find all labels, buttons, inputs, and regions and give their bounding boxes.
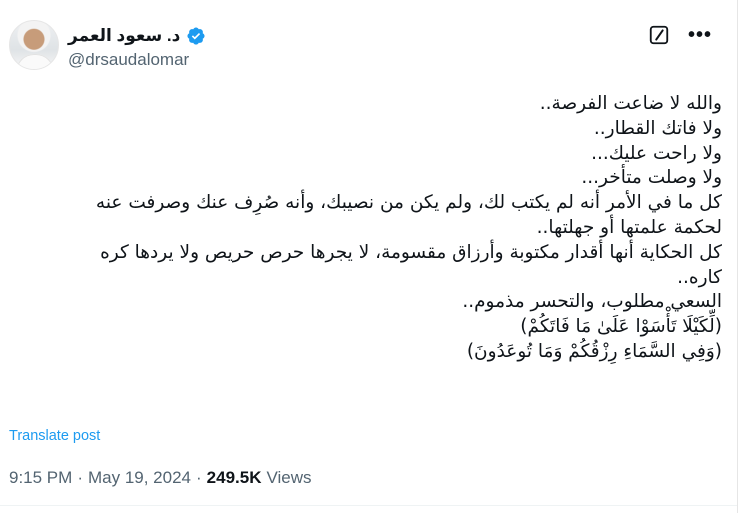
views-label: Views xyxy=(266,468,312,487)
avatar-figure xyxy=(16,54,54,69)
separator-dot: · xyxy=(196,468,202,487)
tweet-line: السعي مطلوب، والتحسر مذموم.. xyxy=(462,291,722,313)
more-icon[interactable]: ••• xyxy=(688,25,712,45)
author-name[interactable]: د. سعود العمر xyxy=(68,26,180,46)
tweet-card: د. سعود العمر @drsaudalomar ••• والله لا… xyxy=(0,0,738,513)
tweet-line: ولا فاتك القطار.. xyxy=(593,117,722,139)
author-name-row: د. سعود العمر xyxy=(68,24,206,48)
tweet-line: (لِّكَيْلَا تَأْسَوْا عَلَىٰ مَا فَاتَكُ… xyxy=(520,316,722,338)
header-actions: ••• xyxy=(648,24,712,46)
tweet-line: (وَفِي السَّمَاءِ رِزْقُكُمْ وَمَا تُوعَ… xyxy=(466,340,722,362)
post-time[interactable]: 9:15 PM xyxy=(9,468,72,488)
post-metadata: 9:15 PM · May 19, 2024 · 249.5K Views xyxy=(9,468,312,488)
tweet-line: كل ما في الأمر أنه لم يكتب لك، ولم يكن م… xyxy=(95,192,722,214)
grok-icon[interactable] xyxy=(648,24,670,46)
tweet-line: كاره.. xyxy=(677,266,722,288)
views-count[interactable]: 249.5K xyxy=(207,468,262,488)
translate-post-link[interactable]: Translate post xyxy=(9,428,100,444)
tweet-line: ولا راحت عليك... xyxy=(591,142,722,164)
verified-badge-icon[interactable] xyxy=(186,26,206,46)
avatar[interactable] xyxy=(9,20,59,70)
divider xyxy=(0,505,738,506)
separator-dot: · xyxy=(77,468,83,487)
author-handle[interactable]: @drsaudalomar xyxy=(68,50,189,70)
tweet-line: ولا وصلت متأخر... xyxy=(581,167,722,189)
tweet-line: كل الحكاية أنها أقدار مكتوبة وأرزاق مقسو… xyxy=(100,241,722,263)
tweet-line: لحكمة علمتها أو جهلتها.. xyxy=(536,216,722,238)
post-date[interactable]: May 19, 2024 xyxy=(88,468,191,488)
tweet-text: والله لا ضاعت الفرصة.. ولا فاتك القطار..… xyxy=(12,92,722,365)
tweet-line: والله لا ضاعت الفرصة.. xyxy=(539,93,722,114)
